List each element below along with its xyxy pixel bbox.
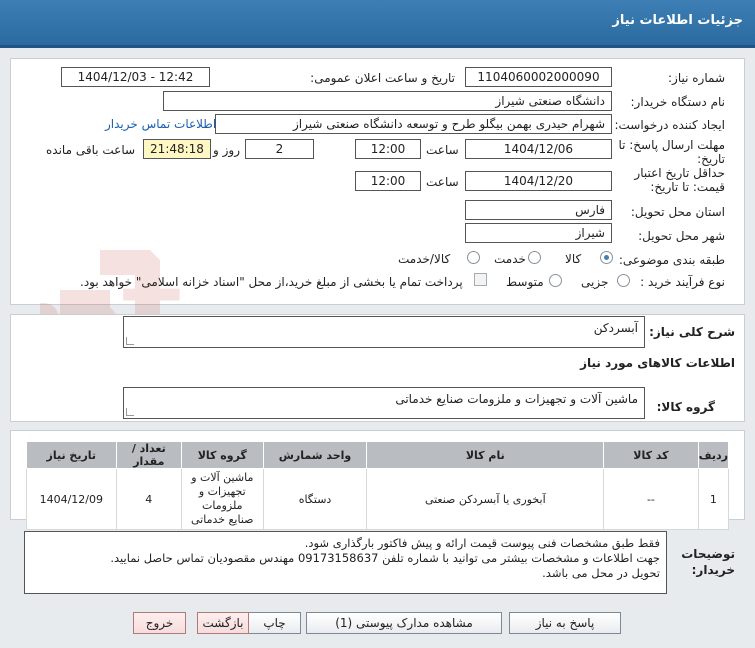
- send-time-label: ساعت: [426, 143, 459, 157]
- purchase-type-label: نوع فرآیند خرید :: [640, 275, 725, 289]
- cell-row: 1: [697, 468, 730, 530]
- category-radio-goods[interactable]: [600, 251, 613, 264]
- category-radio-both[interactable]: [467, 251, 480, 264]
- buyer-org-label: نام دستگاه خریدار:: [630, 95, 726, 109]
- need-number-field: 1104060002000090: [465, 67, 612, 87]
- col-row: ردیف: [697, 441, 730, 469]
- print-button[interactable]: چاپ: [248, 612, 301, 634]
- col-date: تاریخ نیاز: [26, 441, 117, 469]
- summary-text: آبسردکن: [593, 321, 638, 335]
- days-label: روز و: [213, 143, 240, 157]
- table-header-row: ردیف کد کالا نام کالا واحد شمارش گروه کا…: [26, 441, 730, 469]
- creator-field: شهرام حیدری بهمن بیگلو طرح و توسعه دانشگ…: [215, 114, 612, 134]
- send-deadline-time: 12:00: [355, 139, 421, 159]
- table-row: 1 -- آبخوری یا آبسردکن صنعتی دستگاه ماشی…: [26, 468, 730, 530]
- notes-line: جهت اطلاعات و مشخصات بیشتر می توانید با …: [110, 551, 660, 565]
- buyer-contact-link[interactable]: اطلاعات تماس خریدار: [105, 117, 216, 131]
- province-field: فارس: [465, 200, 612, 220]
- province-label: استان محل تحویل:: [630, 205, 725, 219]
- exit-button[interactable]: خروج: [133, 612, 186, 634]
- summary-field: آبسردکن: [123, 316, 645, 348]
- col-name: نام کالا: [366, 441, 605, 469]
- cell-group: ماشین آلات و تجهیزات و ملزومات صنایع خدم…: [181, 468, 264, 530]
- goods-group-field: ماشین آلات و تجهیزات و ملزومات صنایع خدم…: [123, 387, 645, 419]
- header-bar: جزئیات اطلاعات نیاز: [0, 0, 755, 48]
- attachments-button[interactable]: مشاهده مدارک پیوستی (1): [306, 612, 502, 634]
- category-label: طبقه بندی موضوعی:: [618, 253, 725, 267]
- city-label: شهر محل تحویل:: [638, 229, 725, 243]
- cell-qty: 4: [115, 468, 183, 530]
- col-code: کد کالا: [603, 441, 699, 469]
- goods-group-text: ماشین آلات و تجهیزات و ملزومات صنایع خدم…: [395, 392, 638, 406]
- resize-handle[interactable]: [126, 408, 134, 416]
- purchase-option-minor: جزیی: [581, 275, 609, 289]
- purchase-radio-medium[interactable]: [549, 274, 562, 287]
- days-remaining: 2: [245, 139, 314, 159]
- cell-name: آبخوری یا آبسردکن صنعتی: [366, 468, 605, 530]
- category-radio-service[interactable]: [528, 251, 541, 264]
- cell-unit: دستگاه: [262, 468, 368, 530]
- goods-info-title: اطلاعات کالاهای مورد نیاز: [580, 356, 735, 370]
- page-title: جزئیات اطلاعات نیاز: [612, 13, 743, 28]
- validity-time-label: ساعت: [426, 175, 459, 189]
- notes-line: تحویل در محل می باشد.: [542, 566, 660, 580]
- validity-label: حداقل تاریخ اعتبار قیمت: تا تاریخ:: [634, 166, 725, 194]
- cell-code: --: [603, 468, 699, 530]
- purchase-radio-minor[interactable]: [617, 274, 630, 287]
- need-number-label: شماره نیاز:: [668, 71, 725, 85]
- notes-label: توضیحات خریدار:: [681, 547, 735, 577]
- cell-date: 1404/12/09: [26, 468, 117, 530]
- notes-field: فقط طبق مشخصات فنی پیوست قیمت ارائه و پی…: [24, 531, 667, 594]
- back-button[interactable]: بازگشت: [197, 612, 249, 634]
- col-group: گروه کالا: [181, 441, 264, 469]
- remaining-time: 21:48:18: [143, 139, 211, 159]
- items-table: ردیف کد کالا نام کالا واحد شمارش گروه کا…: [26, 441, 730, 530]
- treasury-payment-checkbox[interactable]: [474, 273, 487, 286]
- payment-note: پرداخت تمام یا بخشی از مبلغ خرید،از محل …: [80, 275, 463, 289]
- col-qty: تعداد / مقدار: [115, 441, 183, 469]
- validity-date: 1404/12/20: [465, 171, 612, 191]
- reply-button[interactable]: پاسخ به نیاز: [509, 612, 621, 634]
- category-option-both: کالا/خدمت: [398, 252, 451, 266]
- send-deadline-date: 1404/12/06: [465, 139, 612, 159]
- announce-label: تاریخ و ساعت اعلان عمومی:: [310, 71, 455, 85]
- goods-group-label: گروه کالا:: [656, 400, 715, 414]
- category-option-goods: کالا: [565, 252, 582, 266]
- purchase-option-medium: متوسط: [506, 275, 544, 289]
- send-deadline-label: مهلت ارسال پاسخ: تا تاریخ:: [618, 138, 725, 166]
- summary-label: شرح کلی نیاز:: [649, 325, 735, 339]
- notes-line: فقط طبق مشخصات فنی پیوست قیمت ارائه و پی…: [304, 536, 660, 550]
- col-unit: واحد شمارش: [262, 441, 368, 469]
- announce-field: 1404/12/03 - 12:42: [61, 67, 210, 87]
- category-option-service: خدمت: [494, 252, 526, 266]
- validity-time: 12:00: [355, 171, 421, 191]
- creator-label: ایجاد کننده درخواست:: [614, 118, 725, 132]
- buyer-org-field: دانشگاه صنعتی شیراز: [163, 91, 612, 111]
- city-field: شیراز: [465, 223, 612, 243]
- remaining-label: ساعت باقی مانده: [46, 143, 136, 157]
- resize-handle[interactable]: [126, 337, 134, 345]
